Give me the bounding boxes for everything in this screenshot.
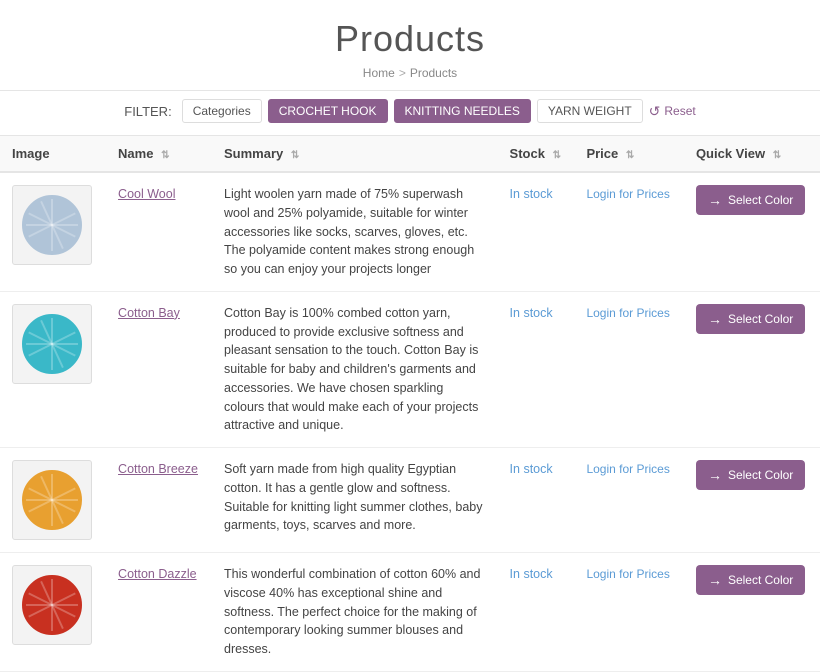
filter-label: FILTER:	[124, 104, 171, 119]
product-summary-cotton-dazzle: This wonderful combination of cotton 60%…	[212, 553, 498, 672]
product-name-cotton-dazzle[interactable]: Cotton Dazzle	[106, 553, 212, 672]
reset-icon: ↺	[649, 103, 661, 120]
product-image-cell-cotton-bay	[0, 291, 106, 447]
select-color-button-cotton-bay[interactable]: → Select Color	[696, 304, 805, 334]
product-price-cool-wool: Login for Prices	[574, 172, 683, 291]
col-image: Image	[0, 136, 106, 172]
product-summary-cotton-bay: Cotton Bay is 100% combed cotton yarn, p…	[212, 291, 498, 447]
product-image-cotton-breeze	[12, 460, 92, 540]
product-quickview-cotton-dazzle[interactable]: → Select Color	[684, 553, 820, 672]
table-row: Cotton Dazzle This wonderful combination …	[0, 553, 820, 672]
product-summary-cool-wool: Light woolen yarn made of 75% superwash …	[212, 172, 498, 291]
stock-sort-icon: ⇅	[553, 150, 561, 161]
select-color-arrow-icon: →	[708, 311, 722, 327]
table-row: Cool Wool Light woolen yarn made of 75% s…	[0, 172, 820, 291]
filter-btn-crochet-hook[interactable]: CROCHET HOOK	[268, 99, 388, 123]
product-name-cool-wool[interactable]: Cool Wool	[106, 172, 212, 291]
breadcrumb: Home > Products	[0, 66, 820, 80]
product-stock-cool-wool: In stock	[498, 172, 575, 291]
select-color-button-cool-wool[interactable]: → Select Color	[696, 185, 805, 215]
col-quickview[interactable]: Quick View ⇅	[684, 136, 820, 172]
name-sort-icon: ⇅	[161, 150, 169, 161]
product-price-cotton-breeze: Login for Prices	[574, 448, 683, 553]
product-name-link-cotton-bay[interactable]: Cotton Bay	[118, 306, 180, 320]
breadcrumb-separator: >	[399, 66, 406, 80]
product-image-cool-wool	[12, 185, 92, 265]
price-sort-icon: ⇅	[626, 150, 634, 161]
breadcrumb-home[interactable]: Home	[363, 66, 395, 80]
product-quickview-cotton-breeze[interactable]: → Select Color	[684, 448, 820, 553]
product-price-cotton-bay: Login for Prices	[574, 291, 683, 447]
page-header: Products Home > Products	[0, 0, 820, 91]
breadcrumb-current: Products	[410, 66, 457, 80]
product-name-cotton-bay[interactable]: Cotton Bay	[106, 291, 212, 447]
select-color-label: Select Color	[728, 193, 793, 207]
filter-btn-yarn-weight[interactable]: YARN WEIGHT	[537, 99, 643, 123]
product-summary-cotton-breeze: Soft yarn made from high quality Egyptia…	[212, 448, 498, 553]
product-stock-cotton-bay: In stock	[498, 291, 575, 447]
select-color-label: Select Color	[728, 312, 793, 326]
product-stock-cotton-breeze: In stock	[498, 448, 575, 553]
product-stock-cotton-dazzle: In stock	[498, 553, 575, 672]
col-name[interactable]: Name ⇅	[106, 136, 212, 172]
filter-row: FILTER: Categories CROCHET HOOK KNITTING…	[0, 99, 820, 123]
col-stock[interactable]: Stock ⇅	[498, 136, 575, 172]
product-name-link-cotton-breeze[interactable]: Cotton Breeze	[118, 462, 198, 476]
product-name-cotton-breeze[interactable]: Cotton Breeze	[106, 448, 212, 553]
table-row: Cotton Breeze Soft yarn made from high qu…	[0, 448, 820, 553]
table-header-row: Image Name ⇅ Summary ⇅ Stock ⇅ Price ⇅	[0, 136, 820, 172]
filter-btn-categories[interactable]: Categories	[182, 99, 262, 123]
filter-btn-knitting-needles[interactable]: KNITTING NEEDLES	[394, 99, 531, 123]
select-color-arrow-icon: →	[708, 192, 722, 208]
page-title: Products	[0, 18, 820, 60]
select-color-button-cotton-breeze[interactable]: → Select Color	[696, 460, 805, 490]
product-quickview-cotton-bay[interactable]: → Select Color	[684, 291, 820, 447]
product-image-cell-cotton-breeze	[0, 448, 106, 553]
select-color-arrow-icon: →	[708, 572, 722, 588]
select-color-label: Select Color	[728, 468, 793, 482]
product-image-cotton-bay	[12, 304, 92, 384]
product-image-cell-cool-wool	[0, 172, 106, 291]
select-color-button-cotton-dazzle[interactable]: → Select Color	[696, 565, 805, 595]
reset-button[interactable]: ↺ Reset	[649, 103, 696, 120]
table-wrapper: Image Name ⇅ Summary ⇅ Stock ⇅ Price ⇅	[0, 136, 820, 672]
filter-section: FILTER: Categories CROCHET HOOK KNITTING…	[0, 91, 820, 136]
select-color-arrow-icon: →	[708, 467, 722, 483]
product-name-link-cotton-dazzle[interactable]: Cotton Dazzle	[118, 567, 197, 581]
products-table: Image Name ⇅ Summary ⇅ Stock ⇅ Price ⇅	[0, 136, 820, 672]
col-price[interactable]: Price ⇅	[574, 136, 683, 172]
product-quickview-cool-wool[interactable]: → Select Color	[684, 172, 820, 291]
quickview-sort-icon: ⇅	[773, 150, 781, 161]
product-image-cotton-dazzle	[12, 565, 92, 645]
product-price-cotton-dazzle: Login for Prices	[574, 553, 683, 672]
col-summary[interactable]: Summary ⇅	[212, 136, 498, 172]
select-color-label: Select Color	[728, 573, 793, 587]
table-row: Cotton Bay Cotton Bay is 100% combed cott…	[0, 291, 820, 447]
product-name-link-cool-wool[interactable]: Cool Wool	[118, 187, 175, 201]
reset-label: Reset	[664, 104, 695, 118]
product-image-cell-cotton-dazzle	[0, 553, 106, 672]
summary-sort-icon: ⇅	[291, 150, 299, 161]
